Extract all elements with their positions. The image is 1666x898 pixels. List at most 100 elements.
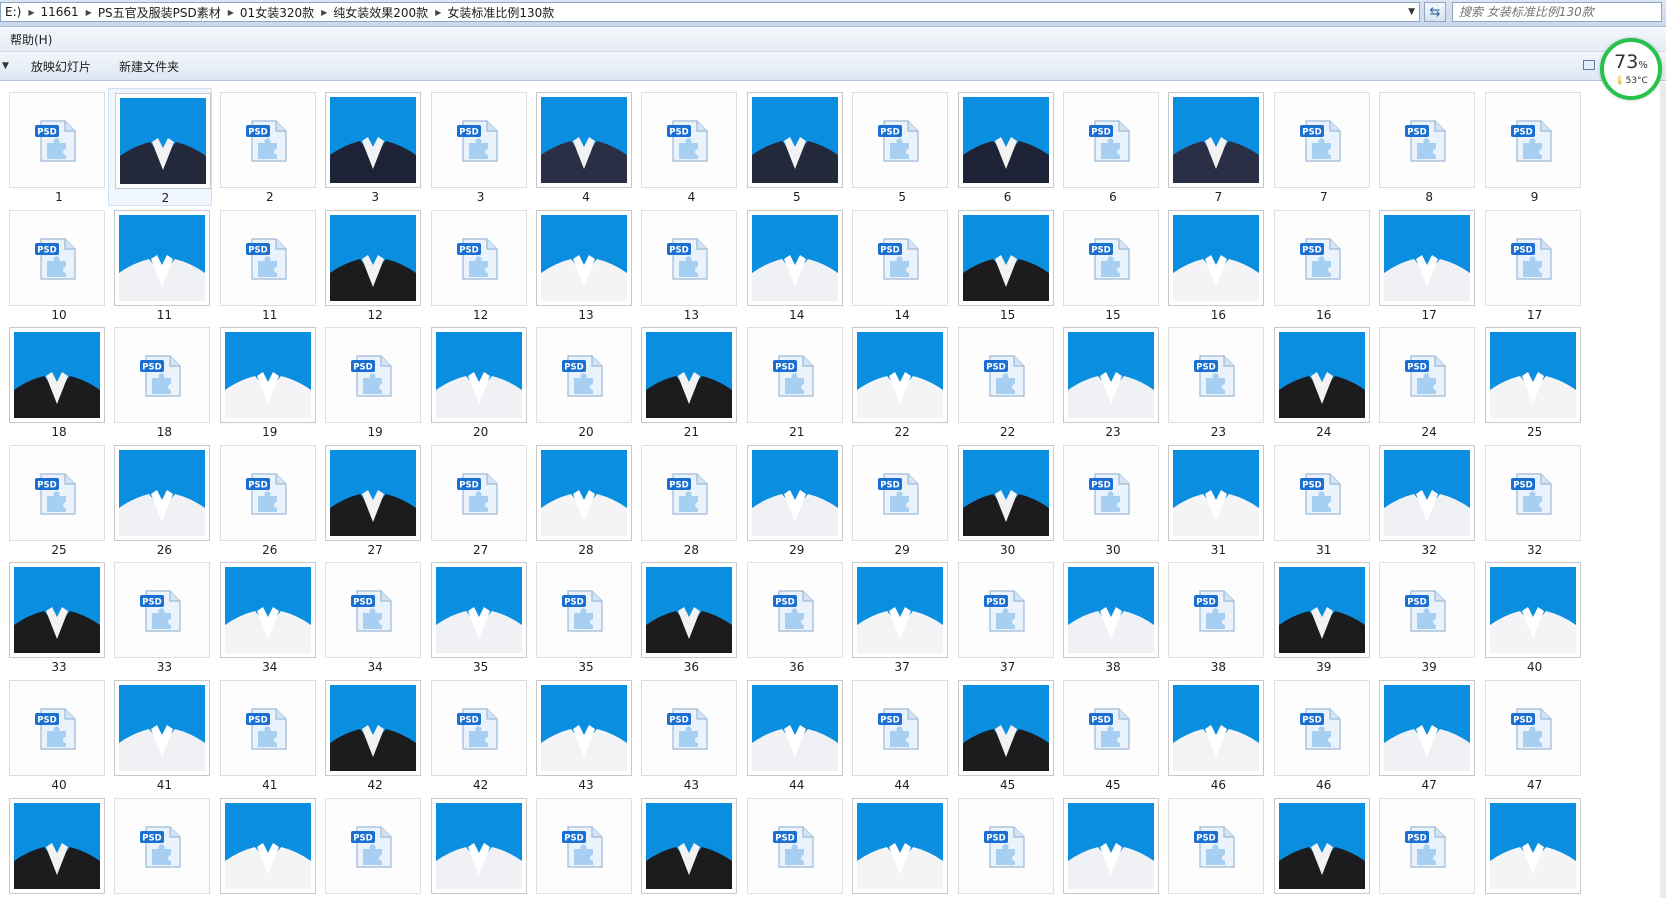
psd-file-item[interactable]: PSD 15 [1057, 206, 1161, 324]
image-file-item[interactable]: 14 [741, 206, 845, 324]
chevron-down-icon[interactable]: ▼ [0, 61, 17, 71]
psd-file-item[interactable]: PSD 32 [1479, 441, 1583, 559]
psd-file-item[interactable]: PSD 8 [1373, 88, 1477, 206]
image-file-item[interactable]: 16 [1162, 206, 1266, 324]
image-file-item[interactable]: 41 [108, 676, 212, 794]
image-file-item[interactable]: 37 [846, 558, 950, 676]
psd-file-item[interactable]: PSD 24 [1373, 323, 1477, 441]
psd-file-item[interactable]: PSD 36 [741, 558, 845, 676]
breadcrumb-folder-11661[interactable]: 11661 [36, 5, 83, 19]
psd-file-item[interactable]: PSD 4 [635, 88, 739, 206]
psd-file-item[interactable]: PSD 25 [3, 441, 107, 559]
psd-file-item[interactable]: PSD 18 [108, 323, 212, 441]
psd-file-item[interactable]: PSD 22 [952, 323, 1056, 441]
psd-file-item[interactable]: PSD 30 [1057, 441, 1161, 559]
image-file-item[interactable]: 43 [530, 676, 634, 794]
psd-file-item[interactable]: PSD 11 [214, 206, 318, 324]
image-file-item[interactable]: 34 [214, 558, 318, 676]
psd-file-item[interactable]: PSD 31 [1268, 441, 1372, 559]
psd-file-item[interactable]: PSD 26 [214, 441, 318, 559]
image-file-item[interactable]: 7 [1162, 88, 1266, 206]
breadcrumb[interactable]: E:) ▶ 11661 ▶ PS五官及服装PSD素材 ▶ 01女装320款 ▶ … [0, 2, 1420, 22]
image-file-item[interactable]: 47 [1373, 676, 1477, 794]
image-file-item[interactable]: 28 [530, 441, 634, 559]
psd-file-item[interactable]: PSD 34 [319, 558, 423, 676]
menu-help[interactable]: 帮助(H) [0, 31, 62, 48]
breadcrumb-folder-current[interactable]: 女装标准比例130款 [443, 4, 559, 21]
psd-file-item[interactable]: PSD 38 [1162, 558, 1266, 676]
psd-file-item[interactable]: PSD 5 [846, 88, 950, 206]
image-file-item[interactable] [1479, 794, 1583, 898]
image-file-item[interactable]: 11 [108, 206, 212, 324]
image-file-item[interactable]: 17 [1373, 206, 1477, 324]
psd-file-item[interactable]: PSD [1162, 794, 1266, 898]
psd-file-item[interactable]: PSD 44 [846, 676, 950, 794]
psd-file-item[interactable]: PSD 41 [214, 676, 318, 794]
breadcrumb-folder-womens-200[interactable]: 纯女装效果200款 [329, 4, 433, 21]
psd-file-item[interactable]: PSD 6 [1057, 88, 1161, 206]
image-file-item[interactable]: 18 [3, 323, 107, 441]
psd-file-item[interactable]: PSD 46 [1268, 676, 1372, 794]
image-file-item[interactable]: 39 [1268, 558, 1372, 676]
chevron-right-icon[interactable]: ▶ [433, 8, 443, 17]
breadcrumb-folder-ps-materials[interactable]: PS五官及服装PSD素材 [94, 4, 226, 21]
image-file-item[interactable]: 32 [1373, 441, 1477, 559]
psd-file-item[interactable]: PSD 7 [1268, 88, 1372, 206]
image-file-item[interactable]: 26 [108, 441, 212, 559]
psd-file-item[interactable]: PSD 13 [635, 206, 739, 324]
psd-file-item[interactable]: PSD 23 [1162, 323, 1266, 441]
image-file-item[interactable]: 30 [952, 441, 1056, 559]
psd-file-item[interactable]: PSD 28 [635, 441, 739, 559]
psd-file-item[interactable]: PSD 9 [1479, 88, 1583, 206]
image-file-item[interactable]: 6 [952, 88, 1056, 206]
psd-file-item[interactable]: PSD 47 [1479, 676, 1583, 794]
psd-file-item[interactable]: PSD 27 [425, 441, 529, 559]
image-file-item[interactable]: 29 [741, 441, 845, 559]
image-file-item[interactable] [214, 794, 318, 898]
image-file-item[interactable]: 35 [425, 558, 529, 676]
psd-file-item[interactable]: PSD [741, 794, 845, 898]
image-file-item[interactable]: 4 [530, 88, 634, 206]
psd-file-item[interactable]: PSD 43 [635, 676, 739, 794]
psd-file-item[interactable]: PSD 35 [530, 558, 634, 676]
slideshow-button[interactable]: 放映幻灯片 [17, 58, 105, 75]
chevron-right-icon[interactable]: ▶ [319, 8, 329, 17]
psd-file-item[interactable]: PSD 37 [952, 558, 1056, 676]
image-file-item[interactable]: 24 [1268, 323, 1372, 441]
psd-file-item[interactable]: PSD 2 [214, 88, 318, 206]
psd-file-item[interactable]: PSD 39 [1373, 558, 1477, 676]
breadcrumb-folder-womens-320[interactable]: 01女装320款 [236, 4, 319, 21]
psd-file-item[interactable]: PSD 29 [846, 441, 950, 559]
scrollbar[interactable] [1660, 82, 1666, 898]
psd-file-item[interactable]: PSD [952, 794, 1056, 898]
psd-file-item[interactable]: PSD 14 [846, 206, 950, 324]
chevron-down-icon[interactable]: ▼ [1408, 7, 1415, 17]
image-file-item[interactable]: 13 [530, 206, 634, 324]
image-file-item[interactable]: 21 [635, 323, 739, 441]
psd-file-item[interactable]: PSD 16 [1268, 206, 1372, 324]
refresh-button[interactable]: ⇆ [1424, 2, 1446, 22]
image-file-item[interactable] [635, 794, 739, 898]
image-file-item[interactable]: 45 [952, 676, 1056, 794]
chevron-right-icon[interactable]: ▶ [26, 8, 36, 17]
psd-file-item[interactable]: PSD 3 [425, 88, 529, 206]
view-options-icon[interactable] [1583, 60, 1595, 70]
psd-file-item[interactable]: PSD [530, 794, 634, 898]
chevron-right-icon[interactable]: ▶ [226, 8, 236, 17]
psd-file-item[interactable]: PSD 20 [530, 323, 634, 441]
psd-file-item[interactable]: PSD 1 [3, 88, 107, 206]
image-file-item[interactable]: 20 [425, 323, 529, 441]
psd-file-item[interactable]: PSD 45 [1057, 676, 1161, 794]
image-file-item[interactable]: 23 [1057, 323, 1161, 441]
image-file-item[interactable]: 38 [1057, 558, 1161, 676]
psd-file-item[interactable]: PSD 17 [1479, 206, 1583, 324]
psd-file-item[interactable]: PSD [1373, 794, 1477, 898]
image-file-item[interactable]: 5 [741, 88, 845, 206]
image-file-item[interactable] [1268, 794, 1372, 898]
image-file-item[interactable]: 2 [108, 88, 213, 206]
psd-file-item[interactable]: PSD 42 [425, 676, 529, 794]
psd-file-item[interactable]: PSD [319, 794, 423, 898]
image-file-item[interactable]: 3 [319, 88, 423, 206]
image-file-item[interactable]: 40 [1479, 558, 1583, 676]
search-box[interactable] [1452, 2, 1662, 22]
